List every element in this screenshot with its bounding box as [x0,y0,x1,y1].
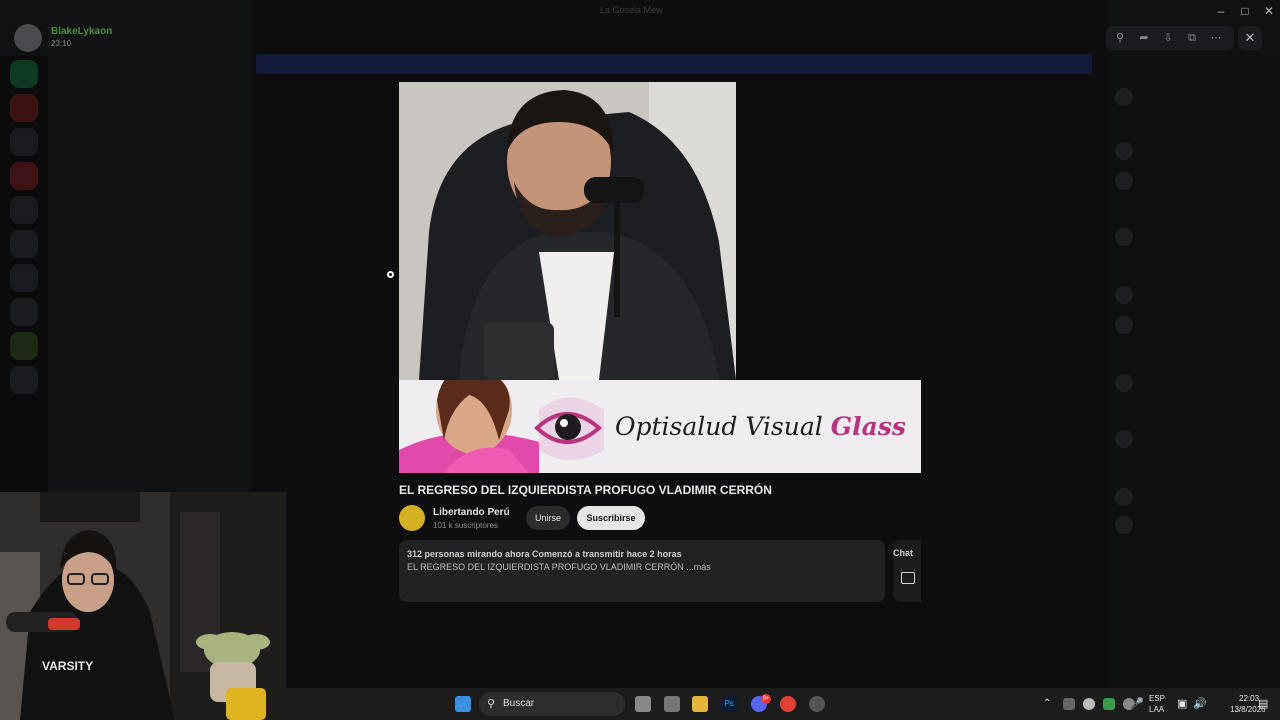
more-icon[interactable]: ⋯ [1209,31,1223,45]
user-name: BlakeLykaon [51,26,113,37]
volume-icon[interactable]: 🔊 [1193,697,1207,710]
channel-avatar[interactable] [399,505,425,531]
description-meta: 312 personas mirando ahora Comenzó a tra… [407,549,682,559]
member-row [1115,316,1265,334]
desktop: BlakeLykaon 23:10 La Gosela Mew – □ ✕ ⚲ … [0,0,1280,720]
photoshop-icon[interactable]: Ps [721,696,737,712]
server-icon [10,128,38,156]
subscribe-button[interactable]: Suscribirse [577,506,645,530]
server-icon [10,332,38,360]
video-title: EL REGRESO DEL IZQUIERDISTA PROFUGO VLAD… [399,483,772,497]
ad-banner[interactable]: Optisalud Visual Glass [399,380,921,473]
server-icon [10,196,38,224]
notifications-icon[interactable]: ▤ [1258,697,1268,710]
member-row [1115,142,1265,160]
member-row [1115,228,1265,246]
taskbar-search[interactable]: ⚲ Buscar [479,692,625,716]
member-row [1115,88,1265,106]
window-close-icon[interactable]: ✕ [1246,0,1280,22]
close-viewer-button[interactable]: ✕ [1238,26,1262,50]
microphone-icon[interactable]: 🎤 [1130,697,1144,710]
channel-name[interactable]: Libertando Perú [433,507,510,518]
window-title: La Gosela Mew [600,5,663,15]
zoom-icon[interactable]: ⚲ [1113,31,1127,45]
server-icon [10,366,38,394]
ad-brand-main: Optisalud Visual [615,412,823,441]
video-thumbnail [399,82,736,380]
server-icon [10,162,38,190]
join-button[interactable]: Unirse [526,506,570,530]
tray-expand-icon[interactable]: ⌃ [1043,698,1051,709]
server-icon [10,264,38,292]
member-row [1115,516,1265,534]
chat-icon[interactable] [901,572,915,584]
open-external-icon[interactable]: ⧉ [1185,31,1199,45]
chrome-icon[interactable] [780,696,796,712]
channel-list-dimmed [48,0,248,492]
network-icon[interactable]: ▣ [1177,697,1187,710]
server-list [0,56,48,492]
language-indicator[interactable]: ESP [1149,694,1165,703]
ad-brand-accent: Glass [830,412,906,441]
file-explorer-icon[interactable] [692,696,708,712]
webcam-overlay: VARSITY [0,492,286,720]
description-text: EL REGRESO DEL IZQUIERDISTA PROFUGO VLAD… [407,562,711,572]
cursor [387,271,394,278]
avatar [14,24,42,52]
video-frame-illustration [399,82,736,380]
language-layout[interactable]: LAA [1149,705,1164,714]
clock-time[interactable]: 22:03 [1239,694,1259,703]
server-icon [10,60,38,88]
tray-app-icon[interactable] [1103,698,1115,710]
server-icon [10,94,38,122]
viewed-image[interactable]: Optisalud Visual Glass EL REGRESO DEL IZ… [399,82,921,602]
subscriber-count: 101 k suscriptores [433,521,498,530]
tray-app-icon[interactable] [1063,698,1075,710]
member-row [1115,286,1265,304]
member-row [1115,488,1265,506]
chat-label: Chat [893,548,913,558]
member-row [1115,430,1265,448]
member-row [1115,172,1265,190]
search-icon: ⚲ [487,698,496,710]
start-icon[interactable] [455,696,471,712]
search-label: Buscar [503,698,535,709]
webcam-feed: VARSITY [0,492,286,720]
chat-panel[interactable]: Chat [893,540,921,602]
forward-icon[interactable]: ➦ [1137,31,1151,45]
description-box[interactable]: 312 personas mirando ahora Comenzó a tra… [399,540,885,602]
ad-brand-text: Optisalud Visual Glass [615,412,906,441]
task-view-icon[interactable] [635,696,651,712]
channel-row: Libertando Perú 101 k suscriptores Unirs… [399,505,921,533]
download-icon[interactable]: ⇩ [1161,31,1175,45]
server-icon [10,230,38,258]
server-icon [10,298,38,326]
user-status-time: 23:10 [51,39,72,48]
image-viewer-toolbar: ⚲ ➦ ⇩ ⧉ ⋯ [1106,26,1234,50]
discord-badge: 9+ [761,694,771,704]
taskbar: ⚲ Buscar Ps 9+ ⌃ 🎤 ESP LAA ▣ 🔊 22:03 13/… [286,688,1280,720]
phone-link-icon[interactable] [664,696,680,712]
app-icon[interactable] [809,696,825,712]
announcement-banner-dimmed [256,54,1092,74]
member-row [1115,374,1265,392]
svg-text:VARSITY: VARSITY [42,659,93,673]
tray-app-icon[interactable] [1083,698,1095,710]
